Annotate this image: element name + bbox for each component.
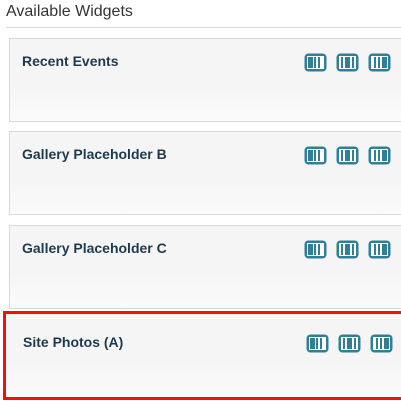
widget-layout-buttons <box>306 334 393 353</box>
widget-layout-buttons <box>304 146 391 165</box>
center-column-layout-icon[interactable] <box>336 240 359 259</box>
widget-card[interactable]: Recent Events <box>9 38 401 122</box>
panel-title: Available Widgets <box>6 3 133 20</box>
right-column-layout-icon[interactable] <box>368 146 391 165</box>
widget-layout-buttons <box>304 53 391 72</box>
left-column-layout-icon[interactable] <box>304 240 327 259</box>
widget-card-highlighted[interactable]: Site Photos (A) <box>3 311 401 400</box>
widget-card[interactable]: Gallery Placeholder B <box>9 131 401 215</box>
right-column-layout-icon[interactable] <box>368 53 391 72</box>
widget-card[interactable]: Gallery Placeholder C <box>9 225 401 309</box>
right-column-layout-icon[interactable] <box>368 240 391 259</box>
center-column-layout-icon[interactable] <box>336 53 359 72</box>
right-column-layout-icon[interactable] <box>370 334 393 353</box>
widget-title: Site Photos (A) <box>23 334 124 350</box>
left-column-layout-icon[interactable] <box>304 53 327 72</box>
available-widgets-panel: Available Widgets Recent Events Gallery … <box>0 0 401 402</box>
widget-layout-buttons <box>304 240 391 259</box>
title-divider <box>6 27 401 28</box>
center-column-layout-icon[interactable] <box>338 334 361 353</box>
widget-title: Gallery Placeholder C <box>22 240 167 256</box>
left-column-layout-icon[interactable] <box>306 334 329 353</box>
center-column-layout-icon[interactable] <box>336 146 359 165</box>
left-column-layout-icon[interactable] <box>304 146 327 165</box>
widget-title: Recent Events <box>22 53 119 69</box>
widget-title: Gallery Placeholder B <box>22 146 167 162</box>
